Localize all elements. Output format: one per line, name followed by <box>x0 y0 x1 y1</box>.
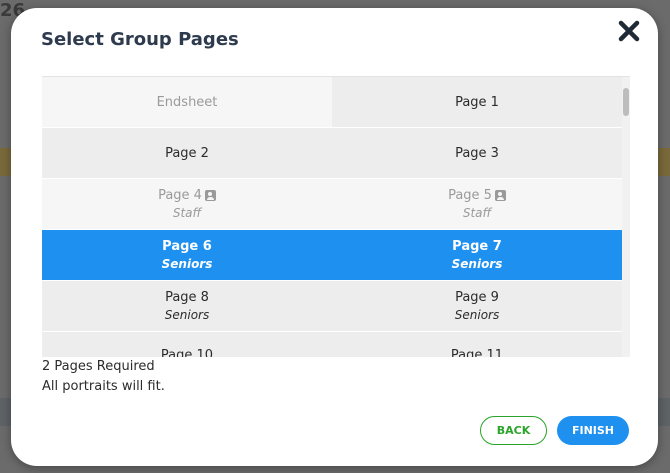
page-group-label: Seniors <box>451 257 503 271</box>
page-label: Page 2 <box>165 145 209 161</box>
page-label: Page 5 <box>448 188 492 203</box>
page-list: Endsheet Page 1 Page 2 Page 3 Page 4 Staff Pag… <box>42 76 630 357</box>
page-row: Endsheet Page 1 <box>42 77 622 128</box>
page-list-rows: Endsheet Page 1 Page 2 Page 3 Page 4 Staff Pag… <box>42 77 622 357</box>
page-cell[interactable]: Page 10 <box>42 332 332 357</box>
page-cell[interactable]: Page 6 Seniors <box>42 230 332 280</box>
finish-button[interactable]: FINISH <box>557 416 629 445</box>
page-group-label: Staff <box>462 206 492 220</box>
portraits-fit-text: All portraits will fit. <box>42 379 165 394</box>
page-label: Page 9 <box>455 290 499 305</box>
page-row: Page 2 Page 3 <box>42 128 622 179</box>
page-row: Page 10 Page 11 <box>42 332 622 357</box>
page-row: Page 8 Seniors Page 9 Seniors <box>42 281 622 332</box>
page-label-line: Page 6 <box>162 239 212 254</box>
page-cell: Page 4 Staff <box>42 179 332 229</box>
page-label: Page 8 <box>165 290 209 305</box>
page-label: Page 4 <box>158 188 202 203</box>
page-cell[interactable]: Page 11 <box>332 332 622 357</box>
select-group-pages-modal: Select Group Pages Endsheet Page 1 Page 2P… <box>11 8 658 466</box>
page-group-label: Seniors <box>164 308 210 322</box>
modal-title: Select Group Pages <box>41 29 239 50</box>
page-label-line: Page 2 <box>165 146 209 161</box>
page-label-line: Page 7 <box>452 239 502 254</box>
back-button[interactable]: BACK <box>480 416 547 445</box>
page-cell[interactable]: Endsheet <box>42 77 332 127</box>
page-group-label: Staff <box>172 206 202 220</box>
page-label: Page 11 <box>450 348 504 357</box>
page-label: Page 6 <box>162 239 212 254</box>
page-label-line: Page 4 <box>158 188 216 203</box>
page-cell[interactable]: Page 8 Seniors <box>42 281 332 331</box>
page-label: Endsheet <box>156 94 218 110</box>
page-row: Page 4 Staff Page 5 Staff <box>42 179 622 230</box>
page-label: Page 7 <box>452 239 502 254</box>
page-group-label: Seniors <box>454 308 500 322</box>
portrait-lock-icon <box>494 190 506 201</box>
page-label: Page 10 <box>160 348 214 357</box>
page-group-label: Seniors <box>161 257 213 271</box>
page-label-line: Page 3 <box>455 146 499 161</box>
scrollbar-thumb[interactable] <box>623 88 629 116</box>
page-cell[interactable]: Page 7 Seniors <box>332 230 622 280</box>
page-label-line: Page 5 <box>448 188 506 203</box>
page-label-line: Page 1 <box>455 95 499 110</box>
page-cell[interactable]: Page 9 Seniors <box>332 281 622 331</box>
page-label-line: Page 10 <box>161 348 213 357</box>
page-label-line: Page 8 <box>165 290 209 305</box>
portrait-lock-icon <box>204 190 216 201</box>
page-cell[interactable]: Page 2 <box>42 128 332 178</box>
page-label: Page 1 <box>455 94 499 110</box>
page-label-line: Page 11 <box>451 348 503 357</box>
page-cell: Page 5 Staff <box>332 179 622 229</box>
scrollbar[interactable] <box>622 77 630 357</box>
page-label-line: Page 9 <box>455 290 499 305</box>
page-label: Page 3 <box>455 145 499 161</box>
close-button[interactable] <box>616 18 642 44</box>
page-row: Page 6 Seniors Page 7 Seniors <box>42 230 622 281</box>
page-cell[interactable]: Page 1 <box>332 77 622 127</box>
pages-required-text: 2 Pages Required <box>42 359 155 374</box>
page-cell[interactable]: Page 3 <box>332 128 622 178</box>
close-icon <box>618 20 640 42</box>
page-label-line: Endsheet <box>157 95 218 110</box>
info-text: 2 Pages Required All portraits will fit. <box>42 357 165 397</box>
